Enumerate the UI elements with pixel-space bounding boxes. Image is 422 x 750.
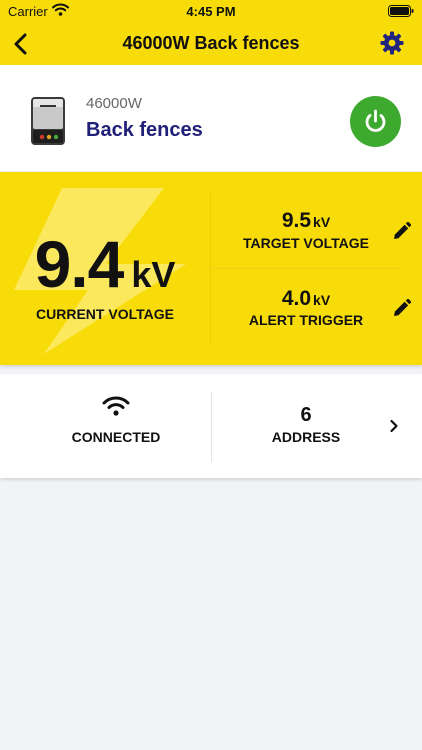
connection-status: CONNECTED: [71, 429, 161, 445]
pencil-icon: [394, 221, 412, 239]
address-value: 6: [300, 404, 312, 426]
alert-trigger-label: ALERT TRIGGER: [248, 312, 364, 328]
alert-trigger-unit: kV: [313, 292, 331, 308]
page-title: 46000W Back fences: [122, 33, 300, 53]
alert-trigger-value: 4.0 kV: [212, 287, 400, 311]
voltage-panel: 9.4 kV CURRENT VOLTAGE 9.5 kV TARGET VOLTA…: [0, 172, 422, 365]
power-icon: [365, 109, 386, 132]
settings-button[interactable]: [380, 31, 404, 55]
edit-target-voltage-button[interactable]: [393, 221, 412, 240]
chevron-right-icon: [389, 419, 399, 438]
current-voltage-number: 9.4: [34, 227, 125, 301]
power-button[interactable]: [350, 96, 401, 147]
target-voltage-label: TARGET VOLTAGE: [243, 235, 369, 251]
battery-icon: [388, 5, 414, 20]
pencil-icon: [394, 298, 412, 316]
status-card: CONNECTED 6 ADDRESS: [0, 374, 422, 478]
vertical-divider: [210, 192, 211, 345]
target-voltage-number: 9.5: [281, 209, 312, 232]
fence-energizer-icon: [30, 96, 66, 151]
alert-trigger-number: 4.0: [281, 287, 312, 310]
current-voltage-value: 9.4 kV: [0, 226, 210, 302]
device-name: Back fences: [86, 119, 203, 141]
top-bar: Carrier 4:45 PM 46000W Back fences: [0, 0, 422, 65]
gear-icon: [380, 31, 404, 55]
device-model: 46000W: [86, 95, 142, 112]
current-voltage-unit: kV: [131, 254, 176, 295]
target-voltage-unit: kV: [313, 214, 331, 230]
clock: 4:45 PM: [186, 4, 236, 19]
address-label: ADDRESS: [271, 429, 341, 445]
horizontal-divider: [212, 268, 402, 269]
edit-alert-trigger-button[interactable]: [393, 298, 412, 317]
target-voltage-value: 9.5 kV: [212, 209, 400, 233]
address-button[interactable]: 6 ADDRESS: [212, 374, 422, 478]
status-bar: Carrier 4:45 PM: [0, 0, 422, 22]
device-card: 46000W Back fences: [0, 65, 422, 171]
current-voltage-label: CURRENT VOLTAGE: [36, 306, 174, 322]
wifi-icon: [102, 396, 130, 421]
